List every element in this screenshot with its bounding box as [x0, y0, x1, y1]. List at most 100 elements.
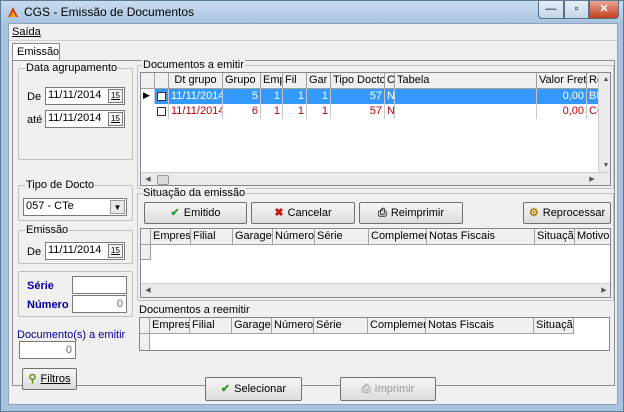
col-situacao[interactable]: Situação [535, 229, 575, 245]
numero-input[interactable]: 0 [72, 295, 127, 313]
printer-icon: ⎙ [361, 383, 371, 395]
printer-icon: ⎙ [378, 207, 387, 219]
col-complemento[interactable]: Complemento [368, 318, 426, 334]
application-window: CGS - Emissão de Documentos — ▫ ✕ Saída … [0, 0, 624, 412]
emitido-button[interactable]: ✔ Emitido [144, 202, 247, 224]
cell-dt-grupo: 11/11/2014 [171, 104, 223, 119]
grid-check-header [155, 73, 169, 89]
documentos-a-emitir-grid[interactable]: Dt grupo Grupo Emp Fil Gar Tipo Docto C … [140, 72, 611, 186]
tab-emissao[interactable]: Emissão [12, 43, 60, 61]
scroll-right-icon[interactable]: ▶ [585, 173, 599, 185]
cell-fil: 1 [283, 89, 307, 104]
vertical-scrollbar[interactable]: ▲ ▼ [598, 73, 610, 172]
documentos-a-emitir-count: 0 [19, 341, 76, 359]
menu-bar: Saída [9, 24, 617, 41]
selecionar-label: Selecionar [234, 383, 287, 395]
data-agrupamento-label: Data agrupamento [25, 62, 119, 74]
row-checkbox[interactable] [155, 104, 169, 119]
col-motivo[interactable]: Motivo do [575, 229, 610, 245]
title-bar[interactable]: CGS - Emissão de Documentos — ▫ ✕ [1, 1, 623, 23]
scroll-left-icon[interactable]: ◀ [141, 284, 155, 297]
cell-tipo: 57 [331, 89, 385, 104]
col-situacao[interactable]: Situação [534, 318, 574, 334]
calendar-icon[interactable]: 15 [108, 89, 123, 103]
col-dt-grupo[interactable]: Dt grupo [169, 73, 223, 89]
serie-input[interactable] [72, 276, 127, 294]
tipo-docto-select[interactable]: 057 - CTe ▼ [23, 198, 127, 216]
reimprimir-button[interactable]: ⎙ Reimprimir [359, 202, 463, 224]
imprimir-button[interactable]: ⎙ Imprimir [340, 377, 436, 401]
col-grupo[interactable]: Grupo [223, 73, 261, 89]
col-c[interactable]: C [385, 73, 395, 89]
filter-icon: ⚲ [28, 373, 37, 385]
cell-tabela [395, 104, 537, 119]
col-notas-fiscais[interactable]: Notas Fiscais [427, 229, 535, 245]
emitido-label: Emitido [183, 207, 221, 219]
col-filial[interactable]: Filial [190, 318, 232, 334]
serie-numero-group: Série Número 0 [18, 271, 133, 317]
cell-grupo: 6 [223, 104, 261, 119]
cancelar-button[interactable]: ✖ Cancelar [251, 202, 355, 224]
row-checkbox[interactable] [155, 89, 169, 104]
filtros-label: Filtros [40, 373, 71, 385]
data-agrupamento-group: Data agrupamento De 11/11/2014 15 até 11… [18, 62, 133, 160]
maximize-button[interactable]: ▫ [564, 1, 589, 19]
col-valor-frete[interactable]: Valor Frete [537, 73, 587, 89]
data-agrupamento-ate-input[interactable]: 11/11/2014 15 [45, 110, 125, 128]
scroll-thumb[interactable] [157, 175, 169, 185]
gear-icon: ⚙ [528, 207, 539, 219]
col-filial[interactable]: Filial [191, 229, 233, 245]
cell-emp: 1 [261, 89, 283, 104]
date-value: 11/11/2014 [48, 244, 102, 256]
scroll-up-icon[interactable]: ▲ [599, 73, 610, 86]
scroll-left-icon[interactable]: ◀ [141, 173, 155, 185]
col-notas-fiscais[interactable]: Notas Fiscais [426, 318, 534, 334]
calendar-icon[interactable]: 15 [108, 244, 123, 258]
minimize-button[interactable]: — [538, 1, 564, 19]
horizontal-scrollbar[interactable]: ◀ ▶ [141, 283, 610, 297]
horizontal-scrollbar[interactable]: ◀ ▶ [141, 172, 610, 185]
calendar-icon[interactable]: 15 [108, 112, 123, 126]
col-tipo-docto[interactable]: Tipo Docto [331, 73, 385, 89]
scroll-right-icon[interactable]: ▶ [597, 284, 610, 297]
checkbox-icon[interactable] [157, 91, 166, 101]
grid-indicator-header [140, 318, 150, 334]
col-numero[interactable]: Número [273, 229, 315, 245]
situacao-grid[interactable]: Empresa Filial Garagem Número Série Comp… [140, 228, 611, 298]
emissao-group: Emissão De 11/11/2014 15 [18, 224, 133, 264]
data-agrupamento-de-input[interactable]: 11/11/2014 15 [45, 87, 125, 105]
col-fil[interactable]: Fil [283, 73, 307, 89]
scroll-down-icon[interactable]: ▼ [599, 159, 610, 172]
chevron-down-icon[interactable]: ▼ [110, 200, 125, 214]
reprocessar-button[interactable]: ⚙ Reprocessar [523, 202, 611, 224]
col-garagem[interactable]: Garagem [233, 229, 273, 245]
col-serie[interactable]: Série [315, 229, 369, 245]
app-logo-icon [8, 7, 18, 17]
checkbox-icon[interactable] [157, 106, 166, 116]
col-tabela[interactable]: Tabela [395, 73, 537, 89]
col-garagem[interactable]: Garagem [232, 318, 272, 334]
documentos-a-reemitir-grid[interactable]: Empresa Filial Garagem Número Série Comp… [139, 317, 610, 351]
col-gar[interactable]: Gar [307, 73, 331, 89]
cell-c: N [387, 104, 395, 119]
documentos-a-emitir-count-label: Documento(s) a emitir [17, 329, 126, 341]
cell-valor: 0,00 [537, 89, 587, 104]
cell-gar: 1 [307, 104, 331, 119]
col-empresa[interactable]: Empresa [150, 318, 190, 334]
menu-saida[interactable]: Saída [12, 26, 41, 38]
window-title: CGS - Emissão de Documentos [24, 5, 195, 19]
tipo-docto-value: 057 - CTe [26, 200, 74, 212]
documentos-a-emitir-label: Documentos a emitir [142, 59, 245, 71]
col-serie[interactable]: Série [314, 318, 368, 334]
col-emp[interactable]: Emp [261, 73, 283, 89]
selecionar-button[interactable]: ✔ Selecionar [205, 377, 302, 401]
col-empresa[interactable]: Empresa [151, 229, 191, 245]
emissao-label: Emissão [25, 224, 70, 236]
col-complemento[interactable]: Complemento [369, 229, 427, 245]
tab-panel: Data agrupamento De 11/11/2014 15 até 11… [12, 59, 615, 390]
col-numero[interactable]: Número [272, 318, 314, 334]
close-button[interactable]: ✕ [589, 1, 619, 19]
emissao-de-input[interactable]: 11/11/2014 15 [45, 242, 125, 260]
filtros-button[interactable]: ⚲ Filtros [22, 368, 77, 390]
de-label: De [27, 91, 42, 103]
